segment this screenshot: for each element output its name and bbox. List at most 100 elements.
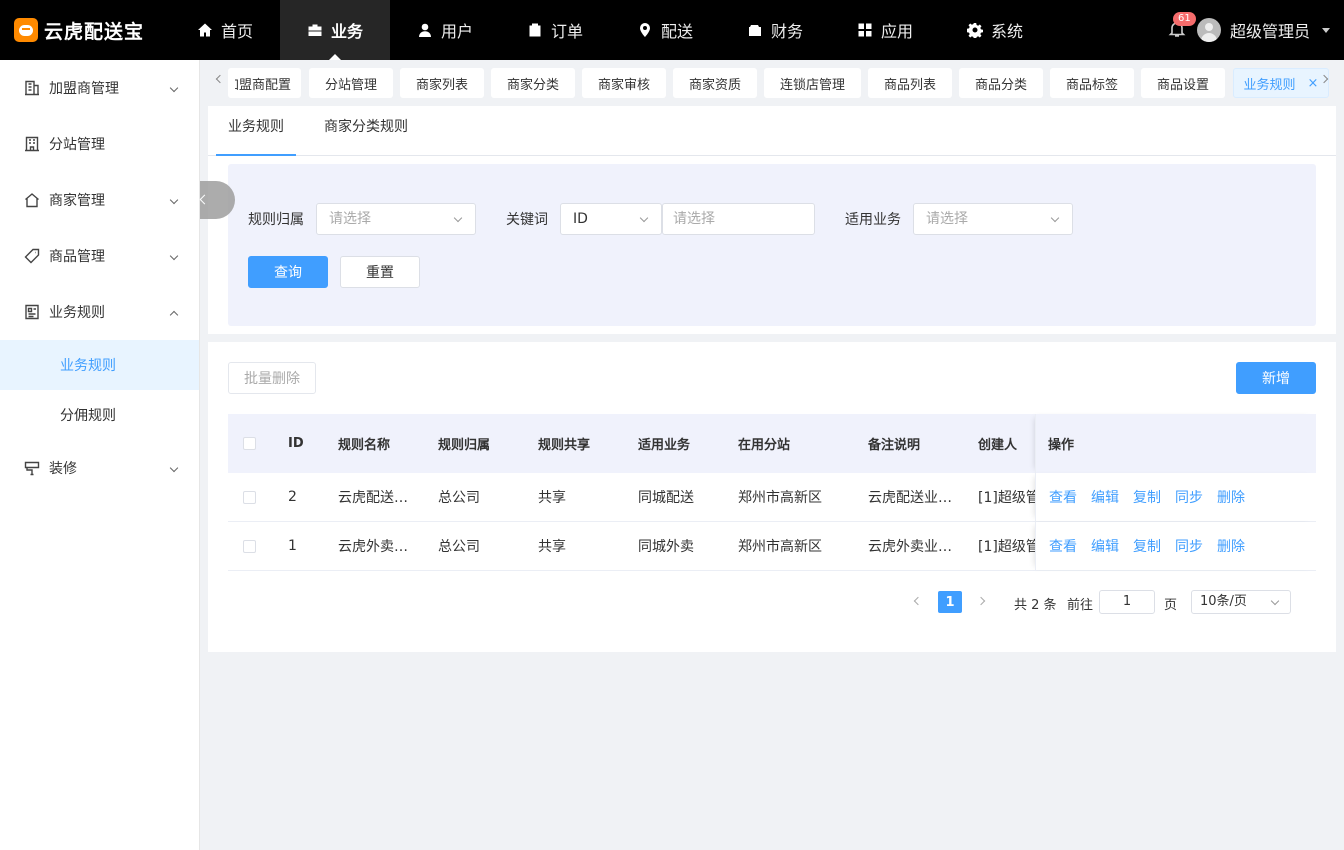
- cell-remark: 云虎配送业…: [868, 490, 952, 506]
- topnav-label: 应用: [880, 22, 913, 41]
- notification-badge: 61: [1172, 12, 1196, 26]
- reset-button[interactable]: 重置: [340, 256, 420, 288]
- column-header: 适用业务: [638, 438, 691, 453]
- topnav-label: 财务: [770, 22, 803, 41]
- topnav-apps[interactable]: 应用: [830, 0, 940, 60]
- header-user-area: 61 超级管理员: [1167, 0, 1330, 60]
- tab-business-rules[interactable]: 业务规则 ×: [1233, 68, 1329, 98]
- topnav-label: 业务: [330, 22, 363, 41]
- rule-owner-select[interactable]: 请选择: [316, 203, 476, 235]
- cell-name: 云虎外卖…: [338, 539, 408, 555]
- close-icon[interactable]: ×: [1308, 76, 1319, 91]
- sidebar-subitem-commission-rules[interactable]: 分佣规则: [0, 390, 199, 440]
- tab-merchant-category[interactable]: 商家分类: [491, 68, 575, 98]
- clipboard-icon: [527, 22, 543, 38]
- delete-link[interactable]: 删除: [1217, 522, 1245, 570]
- notification-bell[interactable]: 61: [1167, 12, 1196, 41]
- row-checkbox[interactable]: [243, 490, 256, 504]
- tab-merchant-review[interactable]: 商家审核: [582, 68, 666, 98]
- tab-franchise-config[interactable]: 加盟商配置: [228, 68, 301, 98]
- copy-link[interactable]: 复制: [1133, 522, 1161, 570]
- edit-link[interactable]: 编辑: [1091, 473, 1119, 521]
- tab-product-tags[interactable]: 商品标签: [1050, 68, 1134, 98]
- table-row: 1 云虎外卖… 总公司 共享 同城外卖 郑州市高新区 云虎外卖业… [1]超级管…: [228, 522, 1316, 571]
- column-header: 创建人: [978, 438, 1018, 453]
- row-checkbox-cell: [243, 473, 256, 521]
- topnav-label: 订单: [550, 22, 583, 41]
- topnav-label: 系统: [990, 22, 1023, 41]
- sidebar-item-franchise[interactable]: 加盟商管理: [0, 60, 199, 116]
- keyword-label: 关键词: [506, 212, 548, 228]
- top-navbar: 云虎配送宝 首页 业务 用户 订单 配送 财务 应用 系统 61 超级管理员: [0, 0, 1344, 60]
- tab-product-category[interactable]: 商品分类: [959, 68, 1043, 98]
- page-size-select[interactable]: 10条/页: [1191, 590, 1291, 614]
- edit-link[interactable]: 编辑: [1091, 522, 1119, 570]
- topnav-finance[interactable]: 财务: [720, 0, 830, 60]
- sidebar-item-label: 业务规则: [49, 305, 105, 321]
- cell-business: 同城外卖: [638, 539, 694, 555]
- topnav-system[interactable]: 系统: [940, 0, 1050, 60]
- sidebar-subitem-business-rules[interactable]: 业务规则: [0, 340, 199, 390]
- rules-icon: [24, 304, 40, 320]
- keyword-input[interactable]: 请选择: [662, 203, 815, 235]
- wallet-icon: [747, 22, 763, 38]
- tab-merchant-qualification[interactable]: 商家资质: [673, 68, 757, 98]
- topnav-business[interactable]: 业务: [280, 0, 390, 60]
- sidebar-item-business-rules[interactable]: 业务规则: [0, 284, 199, 340]
- home-icon: [197, 22, 213, 38]
- sidebar-item-merchants[interactable]: 商家管理: [0, 172, 199, 228]
- keyword-type-select[interactable]: ID: [560, 203, 662, 235]
- chevron-down-icon: [639, 213, 649, 223]
- chevron-down-icon: [453, 213, 463, 223]
- avatar[interactable]: [1196, 18, 1221, 42]
- admin-name[interactable]: 超级管理员: [1230, 18, 1310, 42]
- sidebar-item-products[interactable]: 商品管理: [0, 228, 199, 284]
- topnav-home[interactable]: 首页: [170, 0, 280, 60]
- grid-icon: [857, 22, 873, 38]
- cell-owner: 总公司: [438, 539, 480, 555]
- chevron-down-icon: [1270, 596, 1280, 606]
- cell-station: 郑州市高新区: [738, 539, 822, 555]
- chevron-down-icon[interactable]: [1322, 27, 1330, 33]
- tab-product-list[interactable]: 商品列表: [868, 68, 952, 98]
- goto-page-input[interactable]: 1: [1099, 590, 1155, 614]
- page-number-current[interactable]: 1: [938, 591, 962, 613]
- tabs-scroll-left-icon[interactable]: [215, 74, 225, 84]
- copy-link[interactable]: 复制: [1133, 473, 1161, 521]
- tab-stations[interactable]: 分站管理: [309, 68, 393, 98]
- sidebar-item-decoration[interactable]: 装修: [0, 440, 199, 496]
- view-link[interactable]: 查看: [1049, 473, 1077, 521]
- query-button[interactable]: 查询: [248, 256, 328, 288]
- topnav-delivery[interactable]: 配送: [610, 0, 720, 60]
- tab-product-settings[interactable]: 商品设置: [1141, 68, 1225, 98]
- select-all-checkbox[interactable]: [243, 437, 256, 450]
- chevron-down-icon: [169, 251, 179, 261]
- app-logo-text: 云虎配送宝: [44, 20, 145, 43]
- sidebar: 加盟商管理 分站管理 商家管理 商品管理 业务规则 业务规则 分佣规则 装修: [0, 60, 200, 850]
- gear-icon: [966, 22, 983, 38]
- app-logo[interactable]: 云虎配送宝: [0, 0, 160, 60]
- tab-chain-stores[interactable]: 连锁店管理: [764, 68, 861, 98]
- subtab-merchant-category-rules[interactable]: 商家分类规则: [324, 106, 408, 156]
- column-header: ID: [288, 436, 304, 451]
- row-checkbox[interactable]: [243, 539, 256, 553]
- topnav-label: 配送: [660, 22, 693, 41]
- sync-link[interactable]: 同步: [1175, 522, 1203, 570]
- topnav-orders[interactable]: 订单: [500, 0, 610, 60]
- tab-merchant-list[interactable]: 商家列表: [400, 68, 484, 98]
- chevron-down-icon: [169, 463, 179, 473]
- add-button[interactable]: 新增: [1236, 362, 1316, 394]
- topnav-users[interactable]: 用户: [390, 0, 500, 60]
- sync-link[interactable]: 同步: [1175, 473, 1203, 521]
- batch-delete-button[interactable]: 批量删除: [228, 362, 316, 394]
- cell-business: 同城配送: [638, 490, 694, 506]
- business-select[interactable]: 请选择: [913, 203, 1073, 235]
- subtab-business-rules[interactable]: 业务规则: [216, 106, 296, 156]
- select-placeholder: 请选择: [329, 211, 371, 227]
- delete-link[interactable]: 删除: [1217, 473, 1245, 521]
- view-link[interactable]: 查看: [1049, 522, 1077, 570]
- chevron-down-icon: [1050, 213, 1060, 223]
- tab-label: 业务规则: [1243, 77, 1296, 93]
- sidebar-item-stations[interactable]: 分站管理: [0, 116, 199, 172]
- building-icon: [24, 80, 40, 96]
